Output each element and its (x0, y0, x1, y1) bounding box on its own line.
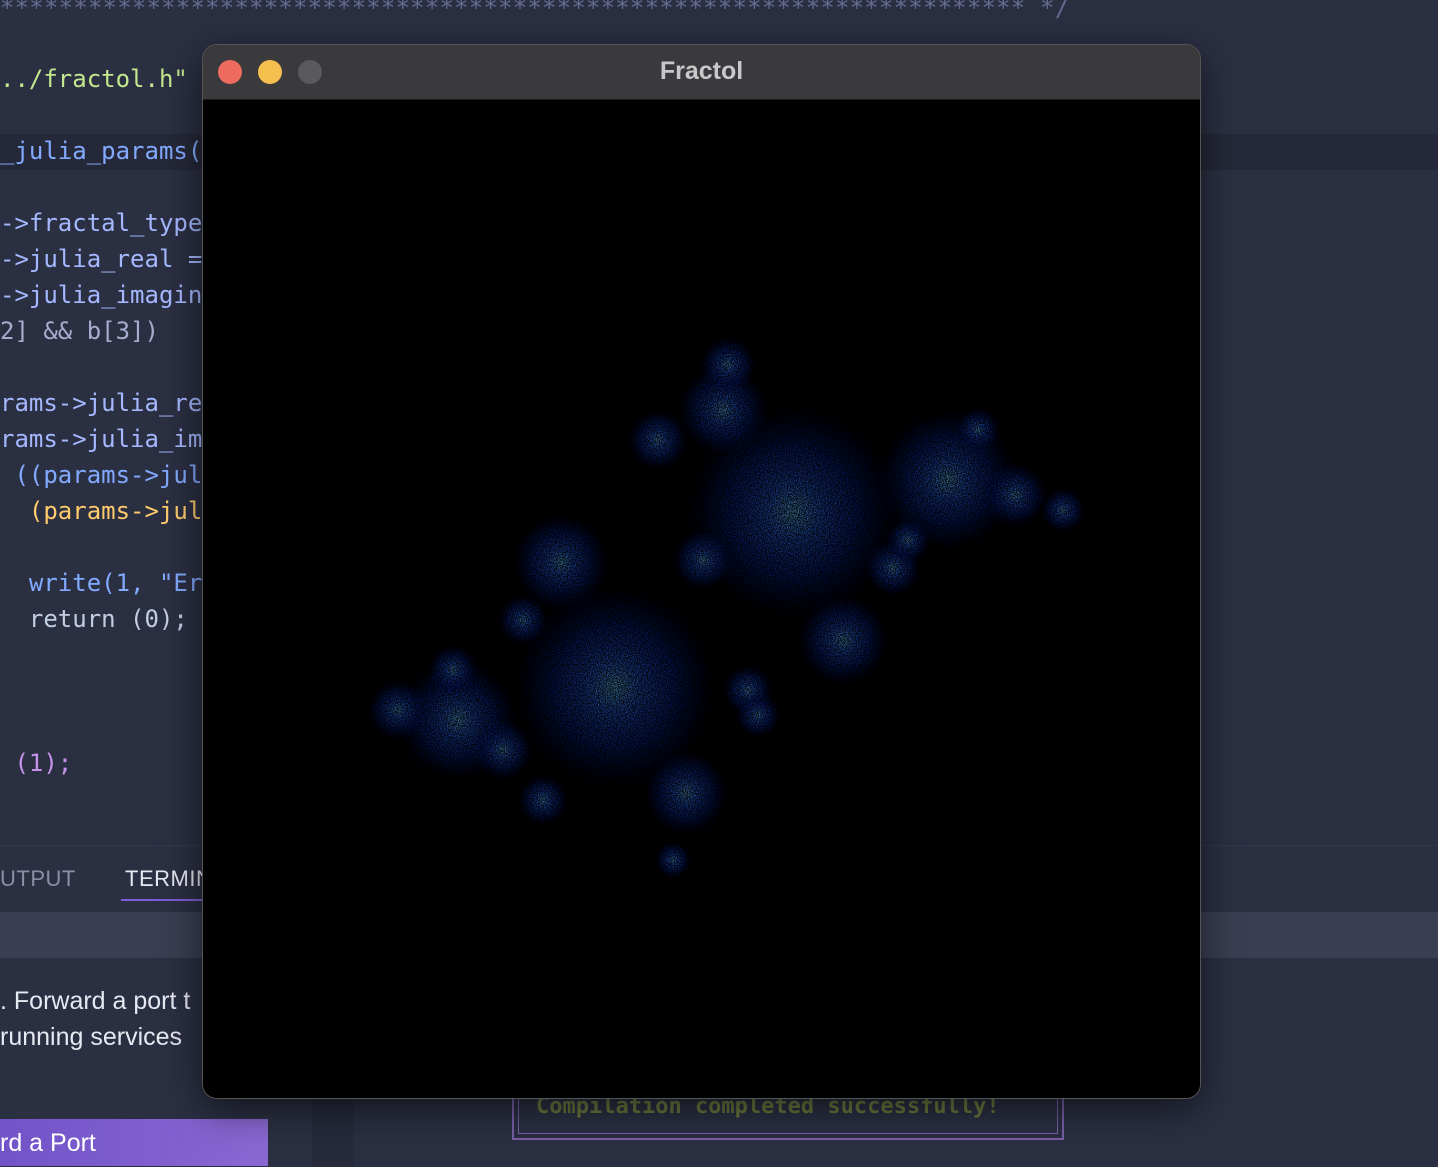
code-line-function: _julia_params( (0, 137, 203, 165)
fractal-blob (1041, 488, 1085, 532)
ports-message-line2: running services (0, 1023, 183, 1051)
fractal-blob (736, 693, 780, 737)
code-line-params-re: rams->julia_re (0, 389, 203, 417)
code-line-params-im: rams->julia_im (0, 425, 203, 453)
code-line-return-1: (1); (0, 749, 73, 777)
comment-line: ****************************************… (0, 0, 1070, 22)
code-line-write: write(1, "Er (0, 569, 203, 597)
code-line-julia-imag: ->julia_imagin (0, 281, 203, 309)
ports-message-line1: . Forward a port t (0, 987, 191, 1015)
fractal-blob (956, 408, 1000, 452)
window-title: Fractol (659, 57, 744, 85)
fractol-window[interactable]: Fractol (203, 45, 1200, 1098)
forward-port-button[interactable]: rd a Port (0, 1119, 268, 1166)
code-line-condition: 2] && b[3]) (0, 317, 159, 345)
fractal-blob (983, 463, 1047, 527)
window-titlebar[interactable]: Fractol (203, 45, 1200, 100)
code-line-return: return (0); (0, 605, 188, 633)
code-line-check-1: ((params->jul (0, 461, 203, 489)
fractal-blob (368, 680, 428, 740)
julia-fractal-image (368, 337, 1085, 878)
fractal-blob (886, 518, 930, 562)
code-line-fractal-type: ->fractal_type (0, 209, 203, 237)
tab-terminal[interactable]: TERMIN (125, 866, 212, 892)
fractal-blob (673, 530, 733, 590)
forward-port-label: rd a Port (0, 1129, 96, 1157)
fractal-blob (700, 337, 756, 393)
fractal-blob (518, 775, 568, 825)
fractal-blob (644, 751, 728, 835)
fractal-blob (655, 842, 691, 878)
fractal-blob (428, 645, 478, 695)
fractal-canvas[interactable] (203, 100, 1200, 1098)
code-line-check-2: (params->jul (0, 497, 203, 525)
active-tab-indicator (121, 899, 203, 901)
fractal-blob (798, 595, 888, 685)
fractal-blob (628, 410, 688, 470)
code-line-julia-real: ->julia_real = (0, 245, 203, 273)
fractal-blob (473, 720, 533, 780)
tab-output[interactable]: UTPUT (0, 866, 76, 892)
fractal-blob (498, 595, 548, 645)
code-line-include: ../fractol.h" (0, 65, 188, 93)
terminal-gutter (312, 1100, 354, 1166)
